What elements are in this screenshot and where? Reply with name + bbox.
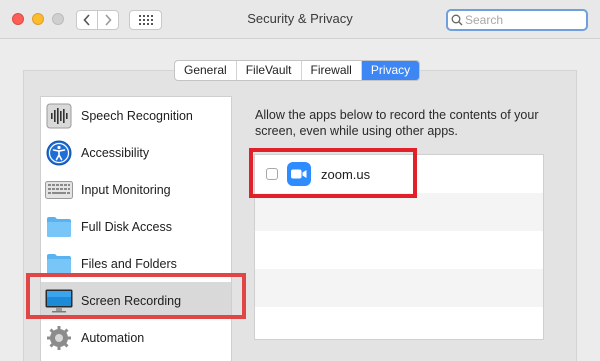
sidebar-item-label: Files and Folders [81, 256, 177, 271]
grid-icon [138, 15, 153, 25]
sidebar-item-full-disk-access[interactable]: Full Disk Access [41, 208, 231, 245]
sidebar-item-label: Accessibility [81, 145, 150, 160]
chevron-left-icon [83, 14, 90, 26]
sidebar-item-input-monitoring[interactable]: Input Monitoring [41, 171, 231, 208]
sidebar-item-automation[interactable]: Automation [41, 319, 231, 356]
sidebar-item-label: Full Disk Access [81, 219, 172, 234]
display-icon [45, 287, 73, 315]
gear-icon [45, 324, 73, 352]
waveform-icon [45, 102, 73, 130]
zoom-video-icon [287, 162, 311, 186]
tab-bar: General FileVault Firewall Privacy [174, 60, 421, 81]
chevron-right-icon [105, 14, 112, 26]
privacy-category-list: Speech Recognition Accessibility Input M… [40, 96, 232, 361]
zoom-permission-checkbox[interactable] [266, 168, 278, 180]
screen-recording-description: Allow the apps below to record the conte… [255, 108, 539, 138]
tab-firewall[interactable]: Firewall [302, 61, 362, 80]
app-name: zoom.us [321, 166, 371, 182]
window-title: Security & Privacy [247, 11, 353, 26]
accessibility-icon [45, 139, 73, 167]
sidebar-item-label: Input Monitoring [81, 182, 171, 197]
keyboard-icon [45, 176, 73, 204]
minimize-window-button[interactable] [32, 13, 44, 25]
close-window-button[interactable] [12, 13, 24, 25]
search-input[interactable] [463, 13, 585, 27]
back-button[interactable] [76, 10, 98, 30]
title-bar: Security & Privacy [0, 0, 600, 39]
folder-icon [45, 213, 73, 241]
search-icon [451, 14, 463, 26]
folder-icon [45, 250, 73, 278]
sidebar-item-accessibility[interactable]: Accessibility [41, 134, 231, 171]
list-item [255, 193, 543, 231]
show-all-button[interactable] [129, 10, 162, 30]
sidebar-item-label: Automation [81, 330, 145, 345]
sidebar-item-speech-recognition[interactable]: Speech Recognition [41, 97, 231, 134]
sidebar-item-screen-recording[interactable]: Screen Recording [41, 282, 231, 319]
list-item [255, 231, 543, 269]
list-item [255, 307, 543, 339]
tab-filevault[interactable]: FileVault [237, 61, 302, 80]
sidebar-item-label: Screen Recording [81, 293, 182, 308]
sidebar-item-files-and-folders[interactable]: Files and Folders [41, 245, 231, 282]
tab-general[interactable]: General [175, 61, 237, 80]
forward-button[interactable] [97, 10, 119, 30]
list-item [255, 269, 543, 307]
zoom-window-button[interactable] [52, 13, 64, 25]
sidebar-item-label: Speech Recognition [81, 108, 193, 123]
search-field[interactable] [446, 9, 588, 31]
app-list: zoom.us [254, 154, 544, 340]
app-row-zoom[interactable]: zoom.us [255, 155, 543, 193]
tab-privacy[interactable]: Privacy [361, 61, 420, 80]
